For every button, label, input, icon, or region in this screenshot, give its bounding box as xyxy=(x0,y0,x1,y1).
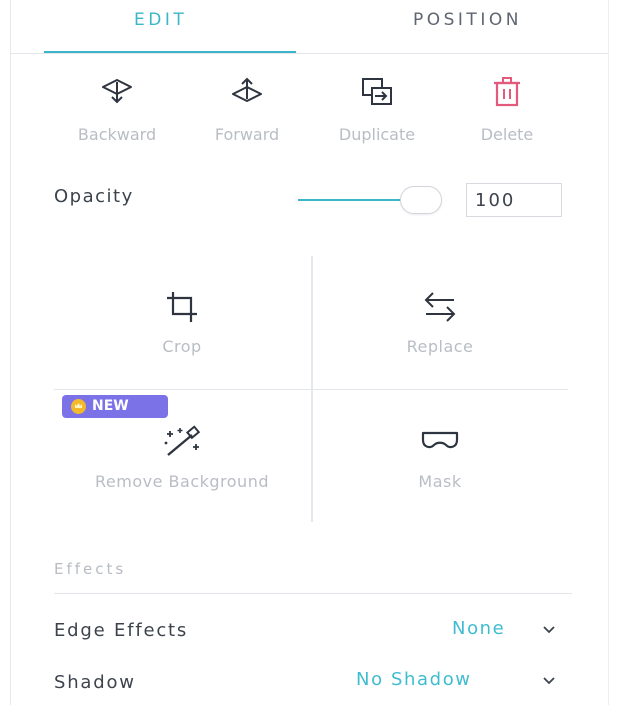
edit-panel: EDIT POSITION Backward Forward Duplicate… xyxy=(0,0,623,705)
mask-label: Mask xyxy=(418,472,462,491)
new-badge: NEW xyxy=(62,395,168,418)
chevron-down-icon[interactable] xyxy=(543,626,555,634)
magic-wand-icon xyxy=(162,425,202,463)
bring-forward-icon xyxy=(230,75,264,111)
effects-heading: Effects xyxy=(54,560,127,578)
tab-bar-divider xyxy=(11,53,608,54)
swap-arrows-icon xyxy=(423,290,457,328)
panel-left-border xyxy=(10,0,11,705)
mask-button[interactable]: Mask xyxy=(312,392,568,522)
crown-icon xyxy=(71,399,86,414)
backward-label: Backward xyxy=(77,125,157,144)
duplicate-label: Duplicate xyxy=(338,125,416,144)
opacity-value-input[interactable]: 100 xyxy=(466,183,562,217)
chevron-down-icon[interactable] xyxy=(543,677,555,685)
effects-divider xyxy=(54,593,572,594)
delete-button[interactable]: Delete xyxy=(442,75,572,150)
crop-icon xyxy=(165,290,199,328)
crop-button[interactable]: Crop xyxy=(54,260,310,390)
duplicate-icon xyxy=(360,75,394,113)
opacity-label: Opacity xyxy=(54,186,134,207)
duplicate-button[interactable]: Duplicate xyxy=(312,75,442,150)
mask-icon xyxy=(420,430,460,456)
active-tab-indicator xyxy=(44,51,296,53)
send-backward-icon xyxy=(100,75,134,111)
panel-right-border xyxy=(608,0,609,705)
new-badge-text: NEW xyxy=(92,398,129,414)
forward-label: Forward xyxy=(214,125,280,144)
backward-button[interactable]: Backward xyxy=(52,75,182,150)
opacity-slider-thumb[interactable] xyxy=(400,186,442,214)
remove-background-label: Remove Background xyxy=(95,472,269,491)
shadow-label: Shadow xyxy=(54,672,136,693)
tab-position[interactable]: POSITION xyxy=(413,10,522,36)
replace-button[interactable]: Replace xyxy=(312,260,568,390)
edge-effects-dropdown[interactable]: None xyxy=(452,618,505,639)
replace-label: Replace xyxy=(406,337,474,356)
crop-label: Crop xyxy=(162,337,202,356)
tab-edit[interactable]: EDIT xyxy=(134,10,187,36)
forward-button[interactable]: Forward xyxy=(182,75,312,150)
shadow-dropdown[interactable]: No Shadow xyxy=(356,669,472,690)
trash-icon xyxy=(490,75,524,113)
delete-label: Delete xyxy=(480,125,534,144)
edge-effects-label: Edge Effects xyxy=(54,620,189,641)
